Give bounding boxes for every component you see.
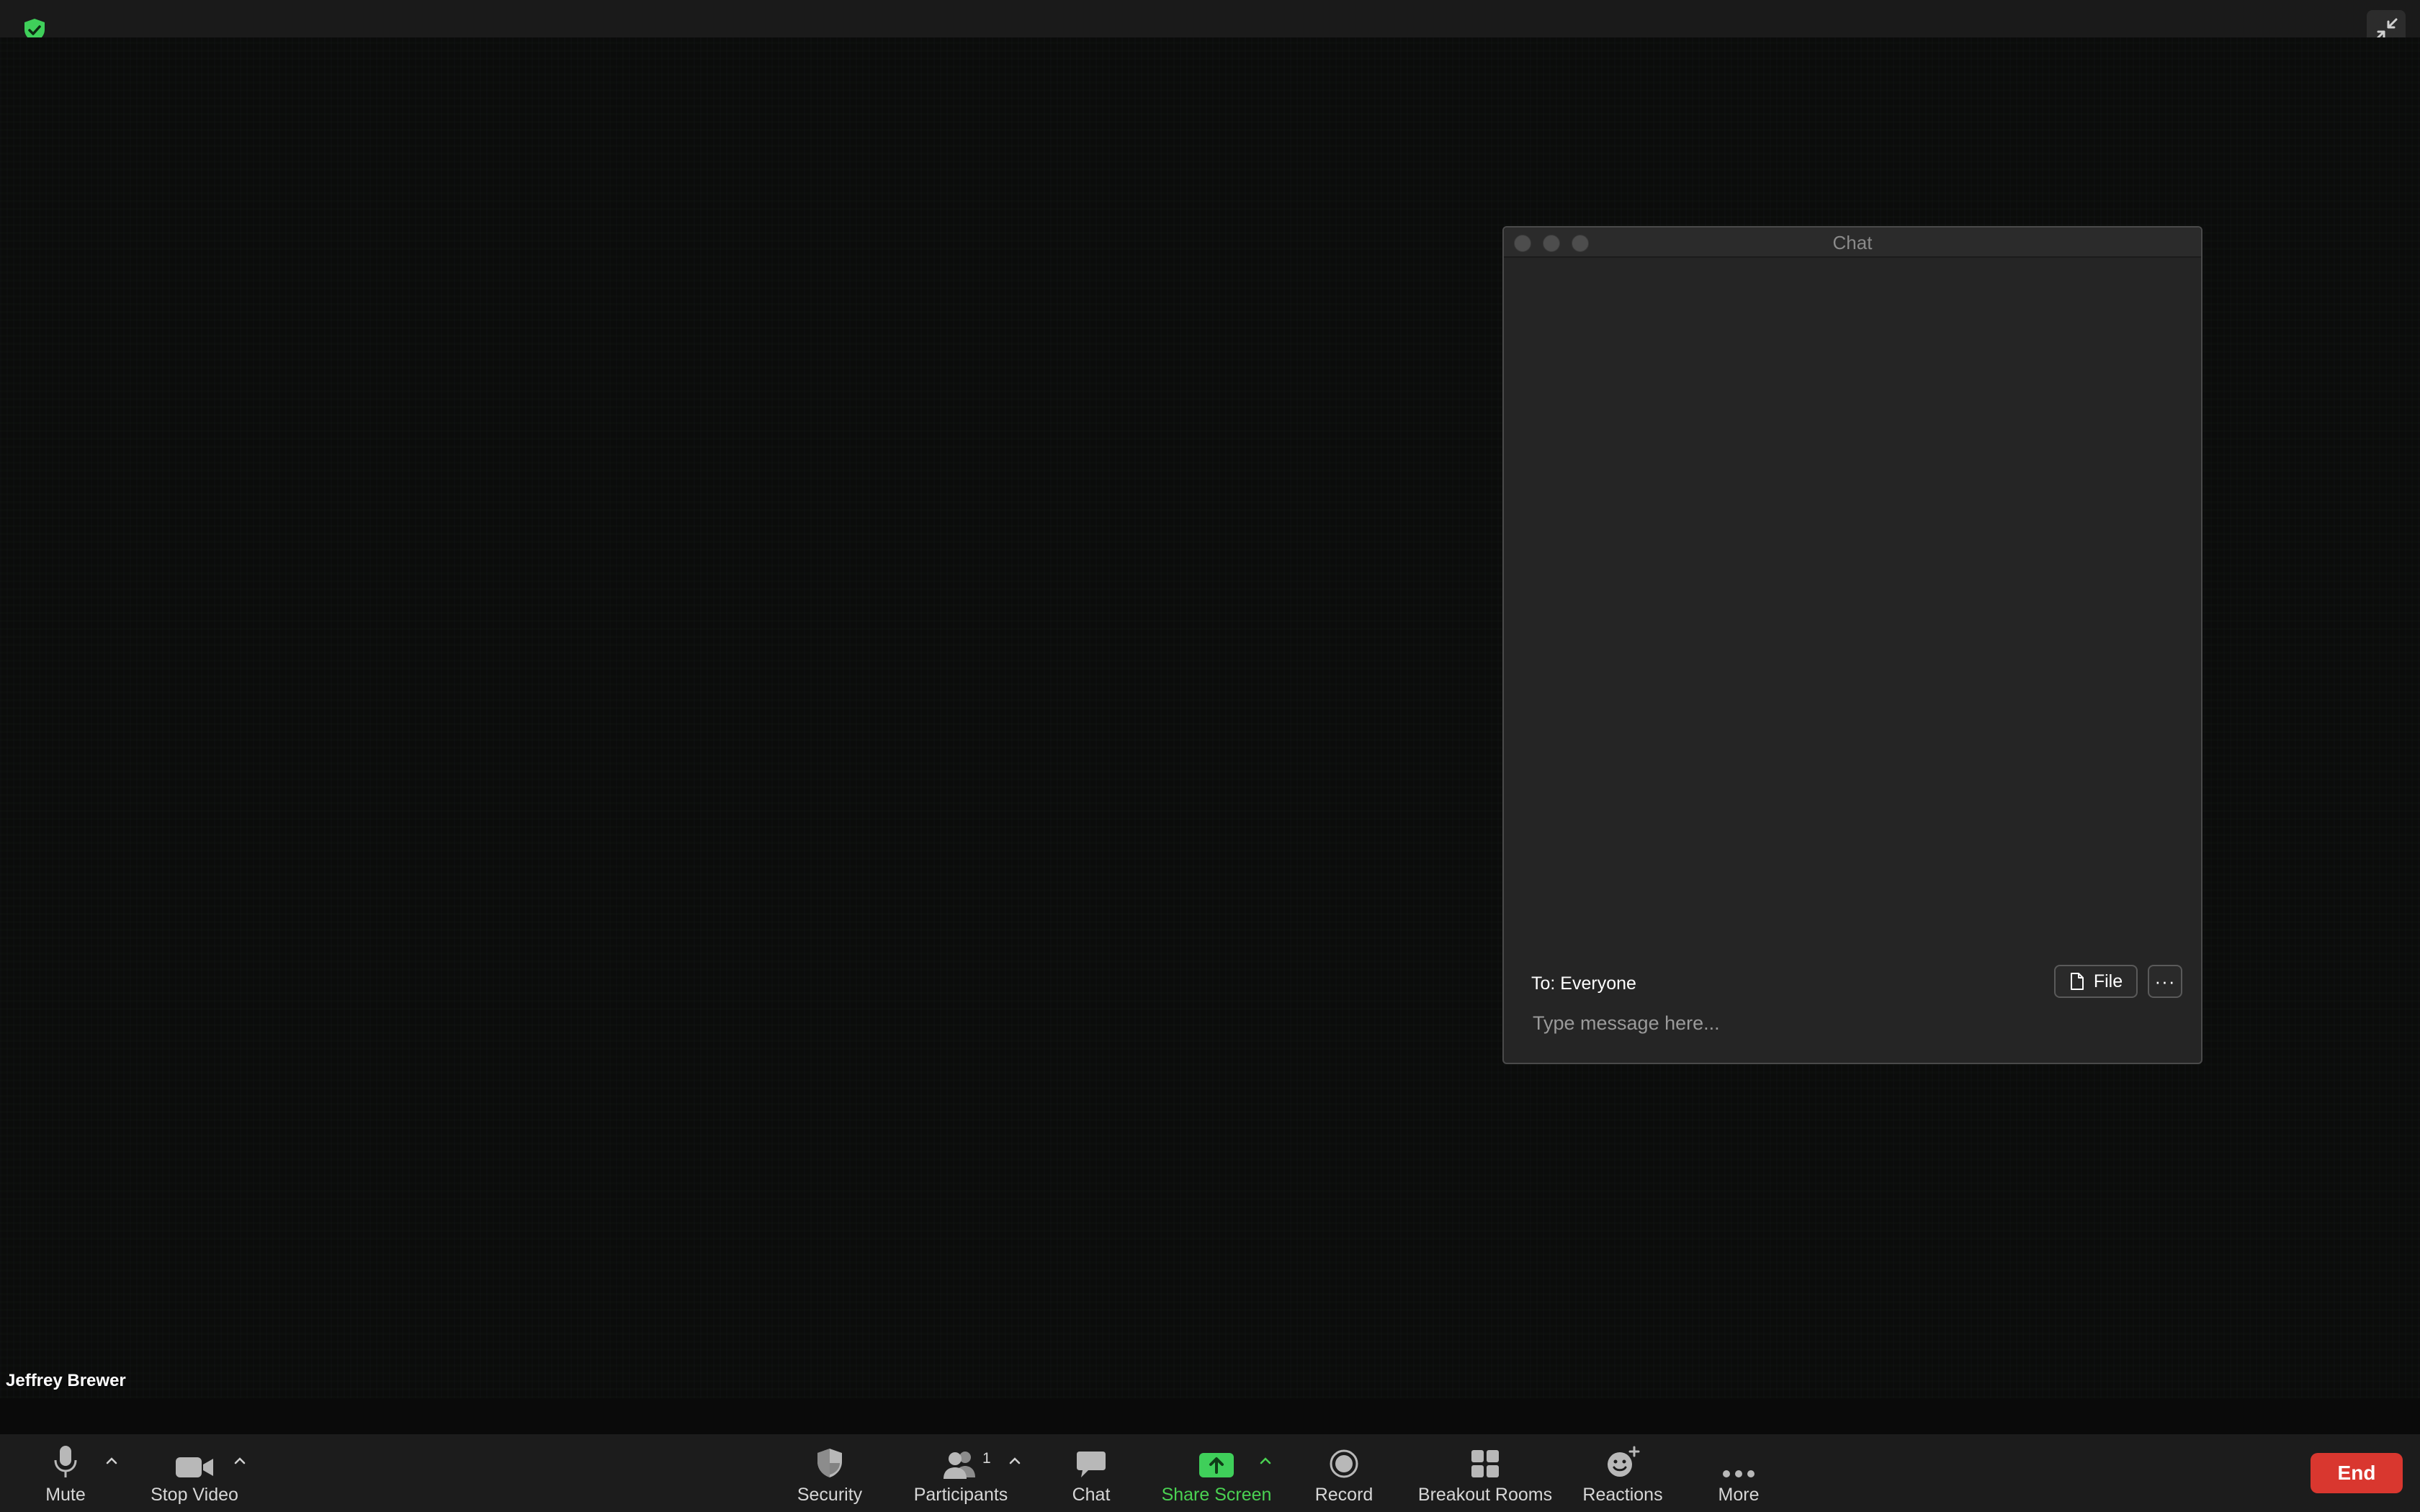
mute-label: Mute — [45, 1485, 86, 1505]
share-options-caret[interactable] — [1256, 1452, 1275, 1470]
more-button[interactable]: More — [1711, 1434, 1766, 1512]
meeting-toolbar: Mute Stop Video Security Participants 1 … — [0, 1434, 2420, 1512]
chat-bubble-icon — [1077, 1452, 1106, 1477]
chat-window: Chat To: Everyone File ··· — [1502, 226, 2202, 1064]
share-screen-button[interactable]: Share Screen — [1155, 1434, 1278, 1512]
chat-button[interactable]: Chat — [1059, 1434, 1124, 1512]
mute-button[interactable]: Mute — [36, 1434, 95, 1512]
chat-recipient-selector[interactable]: To: Everyone — [1531, 973, 1636, 994]
security-button[interactable]: Security — [789, 1434, 870, 1512]
chat-title: Chat — [1832, 232, 1873, 253]
participants-icon — [944, 1452, 975, 1479]
chat-titlebar[interactable]: Chat — [1504, 228, 2201, 258]
chevron-up-icon — [1260, 1457, 1271, 1464]
participants-options-caret[interactable] — [1005, 1452, 1024, 1470]
participant-name-label: Jeffrey Brewer — [6, 1371, 126, 1390]
security-label: Security — [797, 1485, 863, 1505]
file-icon — [2070, 973, 2084, 990]
chevron-up-icon — [106, 1457, 117, 1464]
more-label: More — [1718, 1485, 1760, 1505]
stop-video-button[interactable]: Stop Video — [144, 1434, 245, 1512]
top-bar — [0, 0, 2420, 49]
video-options-caret[interactable] — [230, 1452, 249, 1470]
share-screen-icon — [1199, 1453, 1234, 1477]
end-meeting-button[interactable]: End — [2311, 1453, 2403, 1493]
participants-count-badge: 1 — [982, 1450, 991, 1467]
reactions-button[interactable]: Reactions — [1577, 1434, 1668, 1512]
chat-file-label: File — [2093, 971, 2123, 991]
chat-file-button[interactable]: File — [2054, 965, 2138, 998]
share-screen-label: Share Screen — [1161, 1485, 1272, 1505]
breakout-rooms-label: Breakout Rooms — [1417, 1485, 1553, 1505]
chevron-up-icon — [234, 1457, 246, 1464]
record-icon — [1330, 1449, 1358, 1478]
record-button[interactable]: Record — [1308, 1434, 1380, 1512]
chat-message-input[interactable] — [1530, 1005, 2178, 1041]
ellipsis-icon: ··· — [2154, 970, 2176, 992]
breakout-rooms-icon — [1471, 1450, 1499, 1477]
reactions-emoji-icon — [1608, 1446, 1640, 1477]
security-shield-icon — [817, 1449, 842, 1477]
participants-label: Participants — [913, 1485, 1008, 1505]
chevron-up-icon — [1009, 1457, 1021, 1464]
reactions-label: Reactions — [1582, 1485, 1663, 1505]
chat-more-button[interactable]: ··· — [2148, 965, 2182, 998]
video-camera-icon — [176, 1457, 213, 1477]
chat-label: Chat — [1072, 1485, 1111, 1505]
record-label: Record — [1314, 1485, 1373, 1505]
breakout-rooms-button[interactable]: Breakout Rooms — [1415, 1434, 1556, 1512]
stop-video-label: Stop Video — [151, 1485, 238, 1505]
audio-options-caret[interactable] — [102, 1452, 121, 1470]
microphone-icon — [54, 1446, 77, 1477]
more-dots-icon — [1723, 1470, 1754, 1477]
participants-button[interactable]: Participants — [908, 1434, 1014, 1512]
